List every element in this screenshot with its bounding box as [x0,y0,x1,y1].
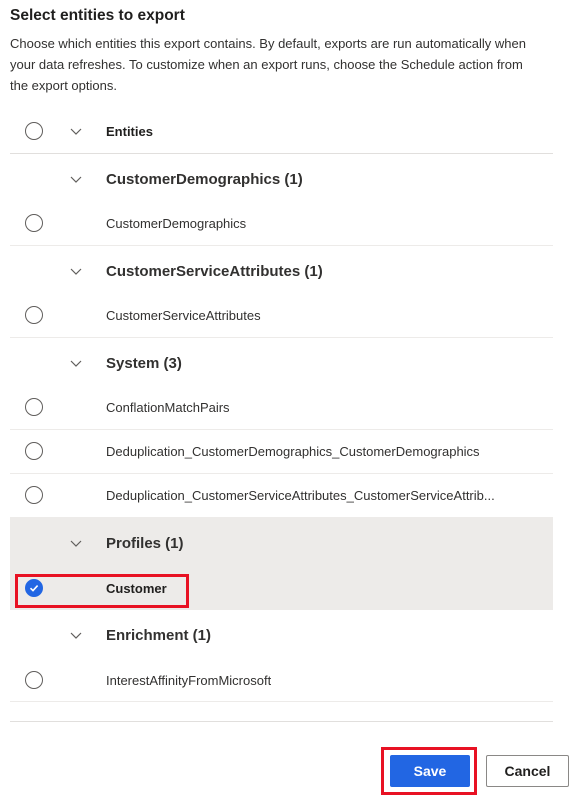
list-item[interactable]: Deduplication_CustomerServiceAttributes_… [10,474,553,518]
chevron-down-icon[interactable] [70,173,82,185]
group-label: Profiles (1) [106,535,184,552]
entities-column-header: Entities [106,124,153,139]
row-select-radio[interactable] [25,442,43,460]
row-select-radio[interactable] [25,486,43,504]
save-button[interactable]: Save [390,755,470,787]
row-select-radio[interactable] [25,671,43,689]
group-header-profiles[interactable]: Profiles (1) [10,518,553,566]
grid-header-row: Entities [10,109,553,154]
chevron-down-icon[interactable] [70,629,82,641]
group-label: System (3) [106,355,182,372]
entity-name: ConflationMatchPairs [106,400,230,415]
list-item[interactable]: InterestAffinityFromMicrosoft [10,658,553,702]
row-select-radio[interactable] [25,306,43,324]
group-label: CustomerServiceAttributes (1) [106,263,323,280]
chevron-down-icon[interactable] [70,357,82,369]
list-item[interactable]: ConflationMatchPairs [10,386,553,430]
group-label: Enrichment (1) [106,627,212,644]
group-header-customerserviceattributes[interactable]: CustomerServiceAttributes (1) [10,246,553,294]
group-header-system[interactable]: System (3) [10,338,553,386]
panel-title: Select entities to export [10,7,185,24]
chevron-down-icon[interactable] [70,537,82,549]
group-header-enrichment[interactable]: Enrichment (1) [10,610,553,658]
entity-name: CustomerDemographics [106,216,247,231]
select-all-radio[interactable] [25,122,43,140]
panel-description: Choose which entities this export contai… [10,36,526,93]
chevron-down-icon[interactable] [70,265,82,277]
chevron-down-icon[interactable] [70,125,82,137]
list-item[interactable]: CustomerServiceAttributes [10,294,553,338]
entity-name: InterestAffinityFromMicrosoft [106,673,272,688]
cancel-button[interactable]: Cancel [486,755,569,787]
group-label: CustomerDemographics (1) [106,171,303,188]
list-item[interactable]: CustomerDemographics [10,202,553,246]
entity-name: CustomerServiceAttributes [106,308,261,323]
list-item[interactable]: Deduplication_CustomerDemographics_Custo… [10,430,553,474]
entity-name: Deduplication_CustomerServiceAttributes_… [106,488,495,503]
entity-name: Deduplication_CustomerDemographics_Custo… [106,444,480,459]
customer-highlight-box [15,574,189,608]
entities-grid: Entities CustomerDemographics (1) Custom… [10,109,553,702]
footer-divider [10,721,553,722]
row-select-radio[interactable] [25,214,43,232]
group-header-customerdemographics[interactable]: CustomerDemographics (1) [10,154,553,202]
row-select-radio[interactable] [25,398,43,416]
